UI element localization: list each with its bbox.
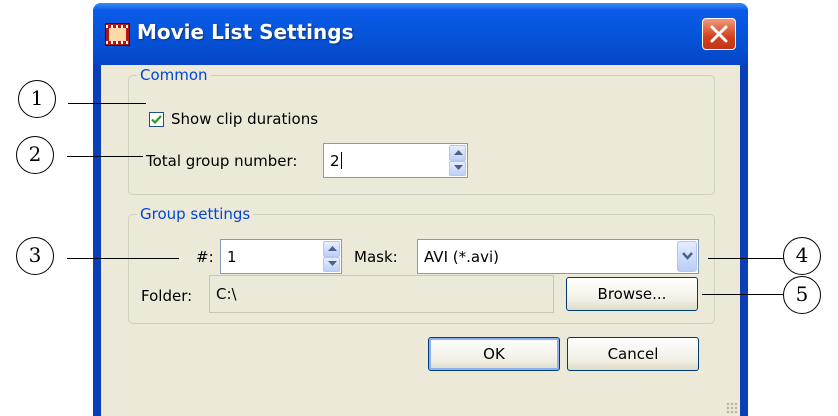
callout-3-leader	[67, 258, 179, 259]
folder-field: C:\	[209, 275, 554, 313]
browse-button-label: Browse...	[597, 285, 667, 303]
close-button[interactable]	[702, 18, 736, 50]
dialog-client-area: Common Show clip durations Total group n…	[101, 65, 740, 416]
dialog-window: Movie List Settings Common Show clip dur…	[93, 3, 748, 416]
arrow-up-icon	[328, 246, 337, 251]
callout-2-leader	[67, 156, 143, 157]
total-group-number-spinbox[interactable]: 2	[323, 143, 468, 178]
callout-3: 3	[16, 237, 54, 275]
spin-up-button[interactable]	[323, 241, 340, 257]
chevron-down-icon	[682, 252, 693, 260]
callout-4-leader	[708, 258, 784, 259]
show-clip-durations-label[interactable]: Show clip durations	[171, 110, 318, 128]
ok-button-label: OK	[483, 345, 505, 363]
resize-grip[interactable]	[726, 402, 738, 414]
total-group-number-label: Total group number:	[146, 152, 298, 170]
mask-label: Mask:	[354, 248, 398, 266]
title-bar[interactable]: Movie List Settings	[93, 3, 748, 65]
window-title: Movie List Settings	[137, 20, 354, 44]
film-strip-icon	[105, 23, 130, 46]
number-spinbox[interactable]: 1	[220, 239, 342, 274]
callout-2: 2	[16, 136, 54, 174]
dropdown-button[interactable]	[677, 241, 697, 272]
checkmark-icon	[151, 115, 162, 125]
callout-1-leader	[68, 103, 146, 104]
spin-up-button[interactable]	[449, 145, 466, 161]
ok-button[interactable]: OK	[428, 337, 560, 371]
callout-4: 4	[783, 237, 821, 275]
folder-value: C:\	[216, 285, 237, 303]
arrow-down-icon	[454, 164, 463, 170]
cancel-button-label: Cancel	[607, 345, 659, 363]
group-settings-legend: Group settings	[137, 205, 254, 223]
cancel-button[interactable]: Cancel	[567, 337, 699, 371]
total-group-number-value: 2	[330, 152, 340, 170]
mask-value: AVI (*.avi)	[424, 248, 499, 266]
callout-1: 1	[18, 80, 56, 118]
folder-label: Folder:	[141, 287, 193, 305]
number-value: 1	[227, 248, 237, 266]
number-label: #:	[196, 248, 214, 266]
spin-down-button[interactable]	[323, 256, 340, 272]
number-spinner[interactable]	[323, 241, 340, 272]
show-clip-durations-checkbox[interactable]	[149, 112, 164, 127]
browse-button[interactable]: Browse...	[566, 277, 698, 311]
callout-5-leader	[702, 294, 784, 295]
callout-5: 5	[783, 276, 821, 314]
arrow-down-icon	[328, 260, 337, 266]
spin-down-button[interactable]	[449, 160, 466, 176]
total-group-number-spinner[interactable]	[449, 145, 466, 176]
common-legend: Common	[137, 66, 211, 84]
arrow-up-icon	[454, 150, 463, 155]
mask-dropdown[interactable]: AVI (*.avi)	[417, 239, 699, 274]
close-icon	[710, 25, 728, 43]
text-cursor	[341, 152, 342, 169]
